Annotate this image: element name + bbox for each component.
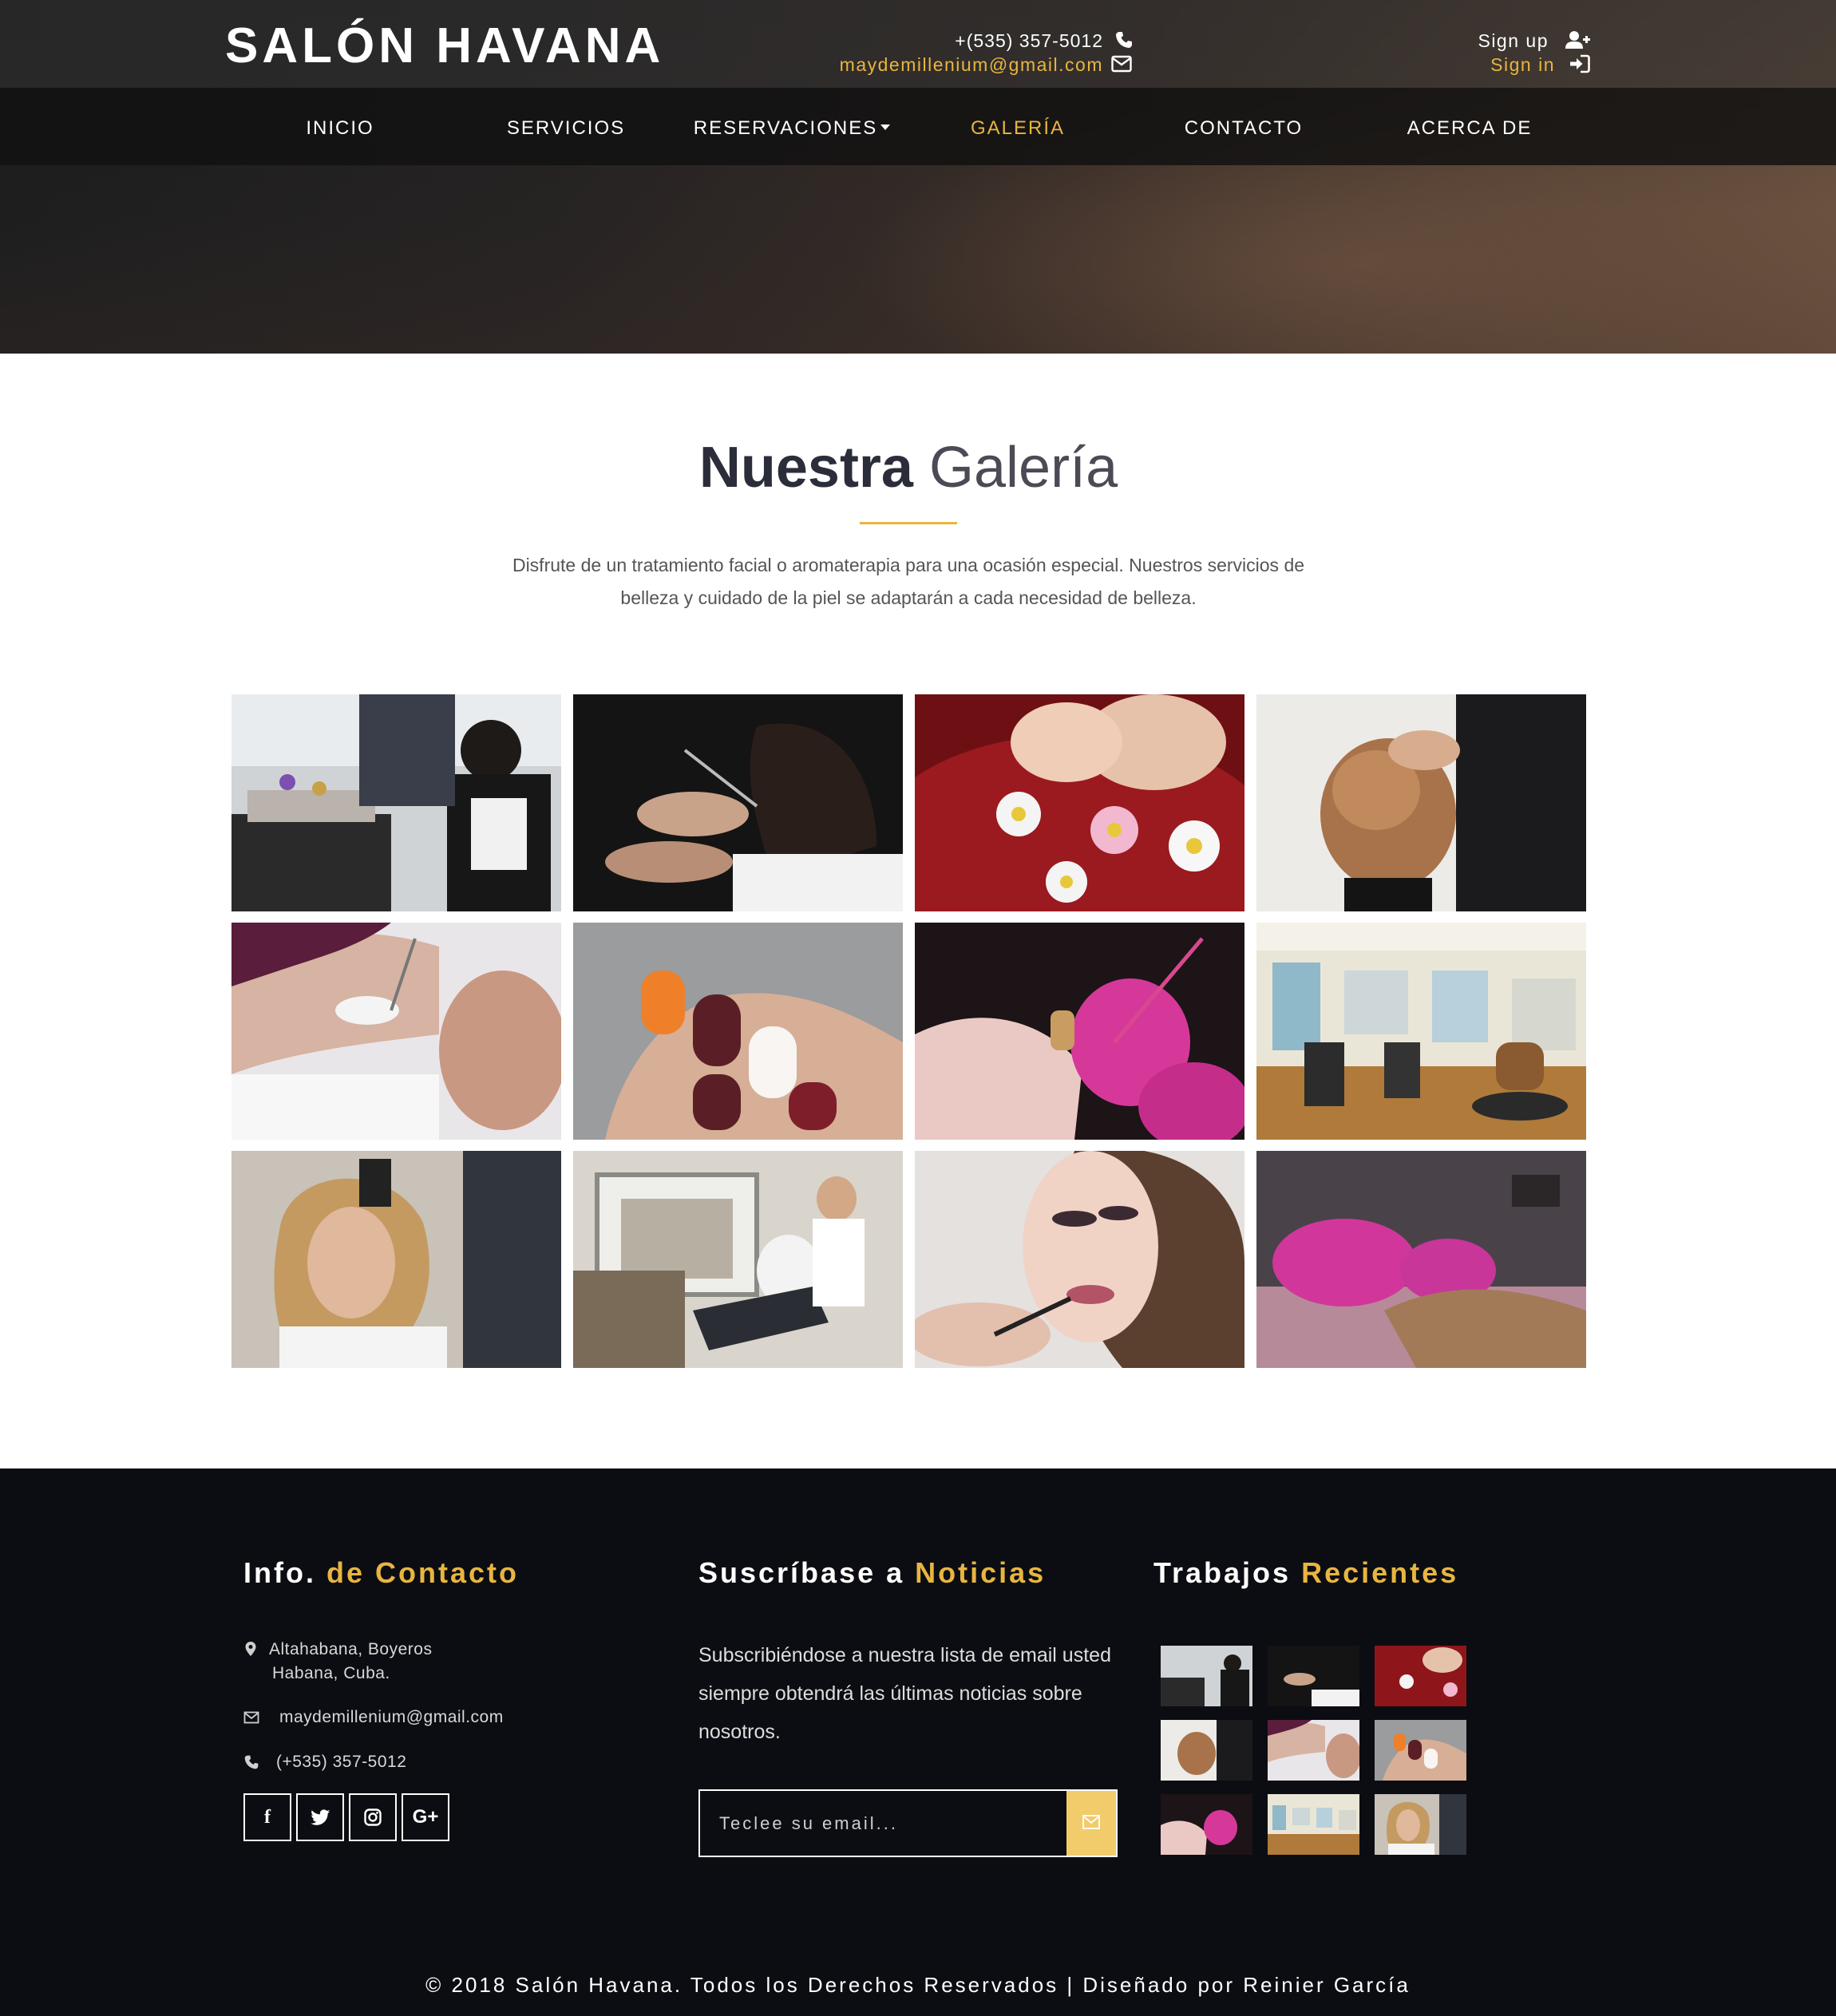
header-email[interactable]: maydemillenium@gmail.com [806,54,1103,76]
gallery-title-light: Galería [929,436,1118,500]
twitter-button[interactable] [296,1793,344,1841]
recent-thumb-7[interactable] [1161,1794,1252,1855]
footer-newsletter-heading-white: Suscríbase a [698,1556,905,1589]
facebook-button[interactable]: f [243,1793,291,1841]
sign-in-icon [1570,54,1590,73]
gallery-image-haircut[interactable] [573,694,903,911]
envelope-icon [1082,1815,1100,1829]
recent-thumb-9[interactable] [1375,1794,1466,1855]
recent-thumb-6[interactable] [1375,1720,1466,1781]
add-user-icon [1565,31,1590,49]
gallery-image-nail-art[interactable] [573,923,903,1140]
footer-contact-heading-white: Info. [243,1556,316,1589]
twitter-icon [311,1809,330,1825]
signin-link[interactable]: Sign in [1421,54,1555,76]
gallery-description: Disfrute de un tratamiento facial o arom… [512,555,1305,608]
gallery-image-salon-chair[interactable] [573,1151,903,1368]
nav-servicios-label: SERVICIOS [506,117,626,139]
nav-galeria-label: GALERÍA [970,117,1066,139]
gallery-image-manicure[interactable] [915,923,1244,1140]
footer-newsletter-heading: Suscríbase a Noticias [698,1556,1046,1590]
phone-icon [1116,32,1132,48]
nav-acerca-label: ACERCA DE [1407,117,1533,139]
footer-contact-heading-gold: de Contacto [326,1556,520,1589]
nav-reservaciones-label: RESERVACIONES [693,117,878,139]
footer-email[interactable]: maydemillenium@gmail.com [279,1706,504,1729]
gallery-image-blowdry[interactable] [231,1151,561,1368]
gallery-image-pedicure[interactable] [915,694,1244,911]
nav-inicio-label: INICIO [306,117,374,139]
newsletter-submit-button[interactable] [1066,1791,1116,1856]
nav-reservaciones[interactable]: RESERVACIONES [688,117,896,140]
phone-icon [244,1755,259,1769]
instagram-button[interactable] [349,1793,397,1841]
gallery-image-eyelash[interactable] [231,923,561,1140]
footer-newsletter-heading-gold: Noticias [915,1556,1047,1589]
google-plus-button[interactable]: G+ [402,1793,449,1841]
nav-inicio[interactable]: INICIO [236,117,444,140]
footer-address-line2: Habana, Cuba. [272,1664,390,1682]
gallery-title: Nuestra Galería [0,435,1817,500]
footer-contact-heading: Info. de Contacto [243,1556,519,1590]
google-plus-icon: G+ [412,1806,439,1828]
gallery-image-salon-interior[interactable] [1256,923,1586,1140]
caret-down-icon [880,125,891,131]
recent-thumb-3[interactable] [1375,1646,1466,1706]
footer-recent-heading-gold: Recientes [1301,1556,1459,1589]
recent-thumb-4[interactable] [1161,1720,1252,1781]
nav-servicios[interactable]: SERVICIOS [462,117,670,140]
footer-recent-heading: Trabajos Recientes [1153,1556,1458,1590]
title-divider [860,522,957,524]
site-logo[interactable]: SALÓN HAVANA [225,18,664,74]
nav-contacto[interactable]: CONTACTO [1140,117,1347,140]
gallery-title-strong: Nuestra [698,436,913,500]
recent-thumb-8[interactable] [1268,1794,1359,1855]
header-phone[interactable]: +(535) 357-5012 [926,30,1103,52]
footer-recent-heading-white: Trabajos [1153,1556,1292,1589]
footer-address-line1: Altahabana, Boyeros [269,1640,433,1658]
nav-contacto-label: CONTACTO [1184,117,1304,139]
recent-thumb-2[interactable] [1268,1646,1359,1706]
instagram-icon [364,1808,382,1826]
gallery-image-lipstick[interactable] [915,1151,1244,1368]
recent-thumb-5[interactable] [1268,1720,1359,1781]
nav-acerca[interactable]: ACERCA DE [1366,117,1573,140]
gallery-image-updo[interactable] [1256,694,1586,911]
envelope-icon [1111,55,1132,73]
footer-phone[interactable]: (+535) 357-5012 [276,1750,406,1774]
map-marker-icon [245,1642,256,1656]
gallery-image-nail-filing[interactable] [1256,1151,1586,1368]
nav-galeria[interactable]: GALERÍA [914,117,1122,140]
newsletter-email-input[interactable]: Teclee su email... [700,1791,1067,1856]
facebook-icon: f [264,1807,271,1828]
newsletter-text: Subscribiéndose a nuestra lista de email… [698,1644,1111,1743]
footer-copyright: © 2018 Salón Havana. Todos los Derechos … [425,1973,1411,1997]
recent-thumb-1[interactable] [1161,1646,1252,1706]
gallery-image-salon-styling[interactable] [231,694,561,911]
envelope-icon [243,1711,259,1724]
newsletter-form: Teclee su email... [698,1789,1118,1857]
signup-link[interactable]: Sign up [1421,30,1549,52]
